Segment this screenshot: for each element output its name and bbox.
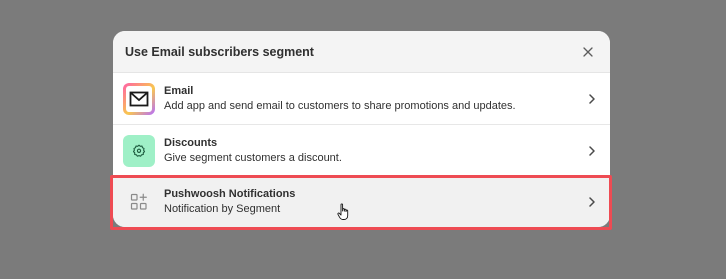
chevron-right-icon: [586, 145, 598, 157]
modal-title: Use Email subscribers segment: [125, 44, 314, 59]
chevron-right-icon: [586, 196, 598, 208]
apps-add-icon: [130, 193, 147, 210]
list-item-pushwoosh-notifications[interactable]: Pushwoosh Notifications Notification by …: [113, 177, 610, 227]
list-item-email[interactable]: Email Add app and send email to customer…: [113, 73, 610, 125]
close-button[interactable]: [580, 44, 596, 60]
modal-header: Use Email subscribers segment: [113, 31, 610, 73]
close-icon: [583, 46, 593, 57]
list-item-text: Discounts Give segment customers a disco…: [164, 136, 586, 166]
list-item-title: Email: [164, 84, 194, 97]
list-item-discounts[interactable]: Discounts Give segment customers a disco…: [113, 125, 610, 177]
list-item-title: Discounts: [164, 136, 218, 149]
mail-icon: [129, 91, 149, 106]
list-item-title: Pushwoosh Notifications: [164, 188, 296, 200]
segment-action-modal: Use Email subscribers segment Email Add …: [113, 31, 610, 227]
list-item-description: Give segment customers a discount.: [164, 151, 342, 164]
list-item-text: Email Add app and send email to customer…: [164, 84, 586, 114]
list-item-description: Add app and send email to customers to s…: [164, 99, 516, 112]
list-item-text: Pushwoosh Notifications Notification by …: [164, 187, 586, 217]
list-item-description: Notification by Segment: [164, 203, 281, 215]
discount-icon: [132, 144, 146, 157]
chevron-right-icon: [586, 93, 598, 105]
pushwoosh-app-icon: [123, 186, 155, 218]
email-app-icon: [123, 82, 155, 115]
discounts-app-icon: [123, 134, 155, 167]
hand-pointer-cursor-icon: [337, 203, 349, 220]
